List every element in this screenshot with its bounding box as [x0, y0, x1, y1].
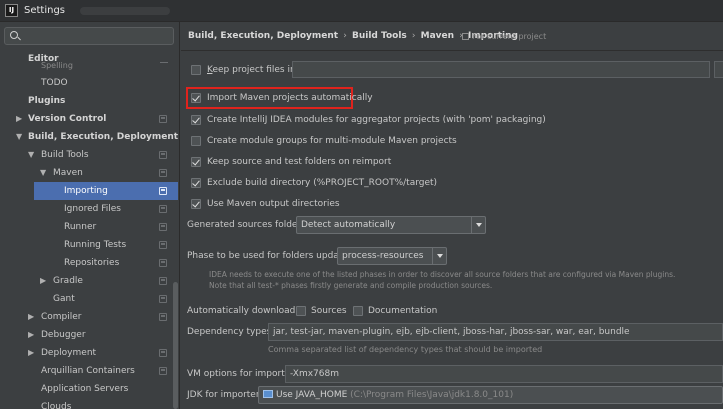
chevron-down-icon [471, 217, 485, 233]
tree-item-runner[interactable]: Runner [0, 218, 178, 236]
generated-sources-label: Generated sources folders: [187, 220, 309, 230]
tree-item-deployment[interactable]: ▶ Deployment [0, 344, 178, 362]
jdk-importer-label: JDK for importer: [187, 390, 263, 400]
tree-item-build-execution-deployment[interactable]: ▼ Build, Execution, Deployment [0, 128, 178, 146]
project-scope-icon [159, 259, 167, 267]
generated-sources-dropdown[interactable]: Detect automatically [296, 216, 486, 234]
settings-content-panel: Build, Execution, Deployment › Build Too… [181, 22, 723, 409]
intellij-logo-icon: IJ [5, 4, 18, 17]
collapse-arrow-icon[interactable]: ▼ [28, 146, 34, 164]
project-scope-icon [159, 223, 167, 231]
project-scope-icon [159, 115, 167, 123]
project-scope-icon [159, 169, 167, 177]
download-documentation-checkbox[interactable] [353, 306, 363, 316]
auto-download-label: Automatically download: [187, 306, 299, 316]
jdk-folder-icon [263, 390, 273, 398]
tree-item-gradle[interactable]: ▶ Gradle [0, 272, 178, 290]
project-scope-icon [159, 151, 167, 159]
phase-hint-line1: IDEA needs to execute one of the listed … [209, 270, 676, 279]
tree-item-ignored-files[interactable]: Ignored Files [0, 200, 178, 218]
dependency-types-input[interactable]: jar, test-jar, maven-plugin, ejb, ejb-cl… [268, 323, 723, 341]
jdk-importer-dropdown[interactable]: Use JAVA_HOME (C:\Program Files\Java\jdk… [258, 386, 723, 404]
project-scope-icon [159, 277, 167, 285]
project-scope-icon [159, 241, 167, 249]
exclude-build-directory-checkbox[interactable] [191, 178, 201, 188]
dependency-types-label: Dependency types: [187, 327, 275, 337]
project-scope-icon [159, 205, 167, 213]
chevron-down-icon [432, 248, 446, 264]
expand-arrow-icon[interactable]: ▶ [28, 344, 34, 362]
tree-item-version-control[interactable]: ▶ Version Control [0, 110, 178, 128]
phase-label: Phase to be used for folders update: [187, 251, 351, 261]
project-scope-icon [159, 313, 167, 321]
vm-options-label: VM options for importer: [187, 369, 297, 379]
settings-tree-panel: Editor Spelling TODO Plugins ▶ Version C… [0, 22, 180, 409]
search-icon [10, 31, 18, 39]
title-bar: IJ Settings [0, 0, 723, 22]
project-scope-icon [462, 33, 469, 40]
tree-item-plugins[interactable]: Plugins [0, 92, 178, 110]
expand-arrow-icon[interactable]: ▶ [16, 110, 22, 128]
tree-item-todo[interactable]: TODO [0, 74, 178, 92]
expand-arrow-icon[interactable]: ▶ [28, 308, 34, 326]
project-scope-icon [160, 62, 168, 68]
keep-project-files-path-input[interactable] [292, 61, 710, 78]
import-automatically-checkbox[interactable] [191, 93, 201, 103]
download-sources-checkbox[interactable] [296, 306, 306, 316]
phase-dropdown[interactable]: process-resources [337, 247, 447, 265]
tree-item-debugger[interactable]: ▶ Debugger [0, 326, 178, 344]
project-scope-icon [159, 349, 167, 357]
tree-item-repositories[interactable]: Repositories [0, 254, 178, 272]
create-module-groups-checkbox[interactable] [191, 136, 201, 146]
project-scope-icon [159, 187, 167, 195]
expand-arrow-icon[interactable]: ▶ [40, 272, 46, 290]
settings-search-input[interactable] [4, 27, 174, 45]
browse-button[interactable] [714, 61, 723, 78]
current-project-note: For current project [462, 32, 546, 41]
keep-source-folders-checkbox[interactable] [191, 157, 201, 167]
project-scope-icon [159, 367, 167, 375]
tree-item-application-servers[interactable]: Application Servers [0, 380, 178, 398]
blurred-title-region [80, 7, 170, 15]
tree-item-maven[interactable]: ▼ Maven [0, 164, 178, 182]
tree-item-importing[interactable]: Importing [34, 182, 178, 200]
collapse-arrow-icon[interactable]: ▼ [16, 128, 22, 146]
tree-item-clouds[interactable]: Clouds [0, 398, 178, 409]
header-divider [181, 50, 723, 51]
phase-hint-line2: Note that all test-* phases firstly gene… [209, 281, 493, 290]
vm-options-input[interactable]: -Xmx768m [285, 365, 723, 383]
tree-item-compiler[interactable]: ▶ Compiler [0, 308, 178, 326]
keep-project-files-checkbox[interactable] [191, 65, 201, 75]
dependency-types-hint: Comma separated list of dependency types… [268, 345, 543, 354]
window-title: Settings [24, 5, 66, 16]
use-maven-output-checkbox[interactable] [191, 199, 201, 209]
collapse-arrow-icon[interactable]: ▼ [40, 164, 46, 182]
tree-item-arquillian-containers[interactable]: Arquillian Containers [0, 362, 178, 380]
tree-item-gant[interactable]: Gant [0, 290, 178, 308]
tree-item-editor[interactable]: Editor [0, 50, 178, 68]
create-modules-checkbox[interactable] [191, 115, 201, 125]
expand-arrow-icon[interactable]: ▶ [28, 326, 34, 344]
tree-item-build-tools[interactable]: ▼ Build Tools [0, 146, 178, 164]
tree-item-spelling[interactable]: Spelling [41, 61, 73, 70]
tree-scrollbar[interactable] [173, 282, 178, 409]
project-scope-icon [159, 295, 167, 303]
tree-item-running-tests[interactable]: Running Tests [0, 236, 178, 254]
